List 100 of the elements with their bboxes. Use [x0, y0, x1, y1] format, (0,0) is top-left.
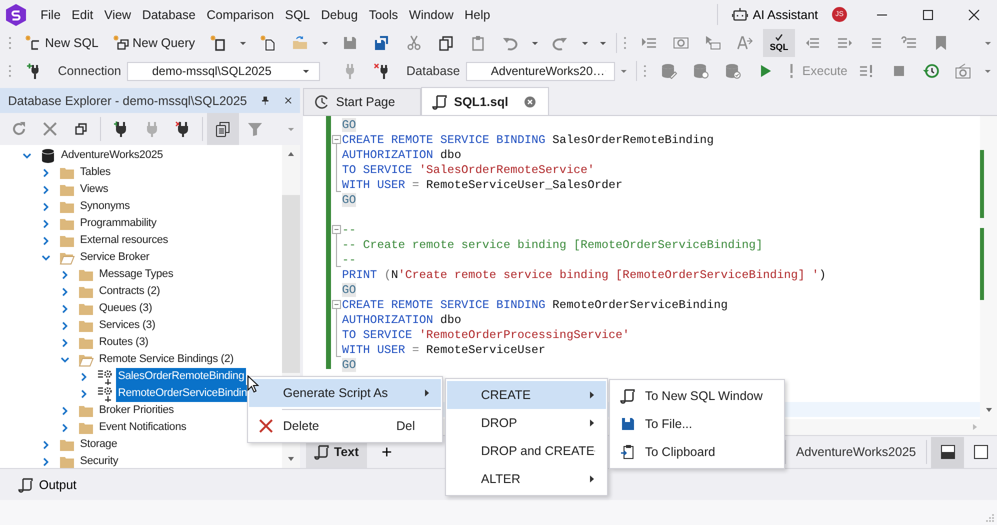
new-sql-button[interactable]: New SQL	[18, 31, 106, 55]
new-document-icon[interactable]	[210, 35, 226, 51]
parameter-icon[interactable]	[673, 35, 690, 51]
scrollbar[interactable]	[980, 116, 997, 435]
tree-item[interactable]: Remote Service Bindings (2)	[97, 351, 236, 368]
sql-toggle-button[interactable]: SQL	[763, 29, 796, 57]
windows-icon[interactable]	[72, 121, 88, 137]
open-folder-icon[interactable]	[292, 35, 308, 51]
parameter-icon[interactable]	[955, 63, 972, 79]
redo-icon[interactable]	[552, 35, 568, 51]
filter-icon[interactable]	[246, 121, 262, 137]
history-icon[interactable]	[923, 63, 940, 79]
tree-item[interactable]: RemoteOrderServiceBindin	[116, 385, 250, 402]
tree-item[interactable]: Routes (3)	[97, 334, 150, 351]
code-line: AUTHORIZATION dbo	[342, 312, 462, 326]
tree-item[interactable]: Storage	[78, 436, 120, 453]
output-button[interactable]: Output	[12, 476, 83, 494]
tree-item[interactable]: Broker Priorities	[97, 402, 176, 419]
comment-lines-icon[interactable]	[901, 35, 918, 51]
tree-item[interactable]: Services (3)	[97, 317, 158, 334]
database-label: Database	[406, 64, 460, 78]
fold-toggle-icon[interactable]	[331, 222, 342, 237]
menu-item[interactable]: To File...	[611, 410, 783, 438]
database-check-icon[interactable]	[725, 63, 742, 79]
tree-item[interactable]: Queues (3)	[97, 300, 154, 317]
tree-item[interactable]: External resources	[78, 232, 170, 249]
menu-item[interactable]: DROP and CREATE	[447, 437, 606, 465]
menu-item[interactable]: Debug	[316, 8, 364, 22]
menu-item[interactable]: DROP	[447, 409, 606, 437]
fold-toggle-icon[interactable]	[331, 297, 342, 312]
indent-icon[interactable]	[837, 35, 854, 51]
toolbar-grip-icon[interactable]	[8, 35, 12, 51]
code-line: CREATE REMOTE SERVICE BINDING SalesOrderRemoteBinding	[342, 132, 714, 146]
connection-dropdown[interactable]: demo-mssql\SQL2025	[127, 62, 320, 80]
menu-item[interactable]: CREATE	[447, 381, 606, 409]
menu-item[interactable]: Help	[459, 8, 496, 22]
tree-item[interactable]: Contracts (2)	[97, 283, 162, 300]
toolbar-grip-icon[interactable]	[643, 63, 648, 79]
menu-item[interactable]: SQL	[279, 8, 316, 22]
close-icon[interactable]	[284, 95, 292, 106]
menu-item[interactable]: To New SQL Window	[611, 382, 783, 410]
document-tab[interactable]: Start Page	[303, 88, 421, 115]
add-tab-button[interactable]: +	[366, 440, 407, 464]
paste-icon[interactable]	[470, 35, 486, 51]
menu-item[interactable]: Window	[404, 8, 459, 22]
database-edit-icon[interactable]	[661, 63, 678, 79]
select-pointer-icon[interactable]	[705, 35, 722, 51]
document-tab[interactable]: SQL1.sql	[421, 87, 550, 115]
submenu-arrow-icon	[588, 391, 596, 399]
menu-item[interactable]: Generate Script As	[249, 379, 441, 407]
submenu-arrow-icon	[588, 475, 596, 483]
database-dropdown[interactable]: AdventureWorks20…	[466, 62, 615, 80]
tree-item[interactable]: Message Types	[97, 266, 176, 283]
menu-item[interactable]: Comparison	[201, 8, 280, 22]
panel-title: Database Explorer - demo-mssql\SQL2025	[8, 94, 248, 108]
fold-toggle-icon[interactable]	[331, 132, 342, 147]
tree-item[interactable]: Synonyms	[78, 198, 132, 215]
tree-item[interactable]: Service Broker	[78, 249, 152, 266]
close-tab-icon[interactable]	[524, 96, 536, 108]
ai-assistant-button[interactable]: AI Assistant	[722, 6, 828, 22]
disconnect-icon[interactable]	[174, 121, 190, 137]
menu-item[interactable]: View	[98, 8, 137, 22]
text-format-icon[interactable]	[737, 35, 754, 51]
menu-item[interactable]: File	[35, 8, 66, 22]
tree-item[interactable]: Programmability	[78, 215, 158, 232]
tree-item[interactable]: SalesOrderRemoteBinding	[116, 368, 246, 385]
menu-item[interactable]: Tools	[363, 8, 404, 22]
copy-script-button[interactable]	[207, 113, 239, 145]
tree-item[interactable]: Tables	[78, 164, 113, 181]
menu-item[interactable]: To Clipboard	[611, 438, 783, 466]
tree-item[interactable]: AdventureWorks2025	[59, 147, 165, 164]
copy-icon[interactable]	[438, 35, 454, 51]
undo-icon[interactable]	[502, 35, 518, 51]
new-file-icon[interactable]	[260, 35, 276, 51]
split-layout-button[interactable]	[931, 436, 964, 468]
delete-icon[interactable]	[42, 121, 58, 137]
code-line: TO SERVICE 'RemoteOrderProcessingService'	[342, 328, 630, 342]
menu-item[interactable]: Edit	[66, 8, 99, 22]
database-refresh-icon[interactable]	[693, 63, 710, 79]
scrollbar-thumb[interactable]	[282, 195, 300, 373]
disconnect-icon[interactable]	[374, 63, 390, 79]
toolbar-grip-icon[interactable]	[623, 35, 628, 51]
code-line: --	[342, 252, 356, 266]
outdent-icon[interactable]	[805, 35, 822, 51]
new-connection-icon[interactable]	[112, 121, 128, 137]
toolbar-grip-icon[interactable]	[8, 63, 12, 79]
cut-icon[interactable]	[406, 35, 422, 51]
save-icon[interactable]	[342, 35, 358, 51]
refresh-icon[interactable]	[10, 121, 26, 137]
indent-list-icon[interactable]	[641, 35, 658, 51]
new-query-button[interactable]: New Query	[106, 31, 202, 55]
tree-item[interactable]: Views	[78, 181, 110, 198]
menu-item[interactable]: ALTER	[447, 465, 606, 493]
resize-grip-icon[interactable]	[985, 513, 995, 523]
menu-item[interactable]: Database	[136, 8, 202, 22]
tree-item[interactable]: Security	[78, 453, 120, 468]
tree-item[interactable]: Event Notifications	[97, 419, 188, 436]
pin-icon[interactable]	[261, 95, 270, 106]
output-icon	[18, 476, 34, 492]
save-all-icon[interactable]	[374, 35, 390, 51]
